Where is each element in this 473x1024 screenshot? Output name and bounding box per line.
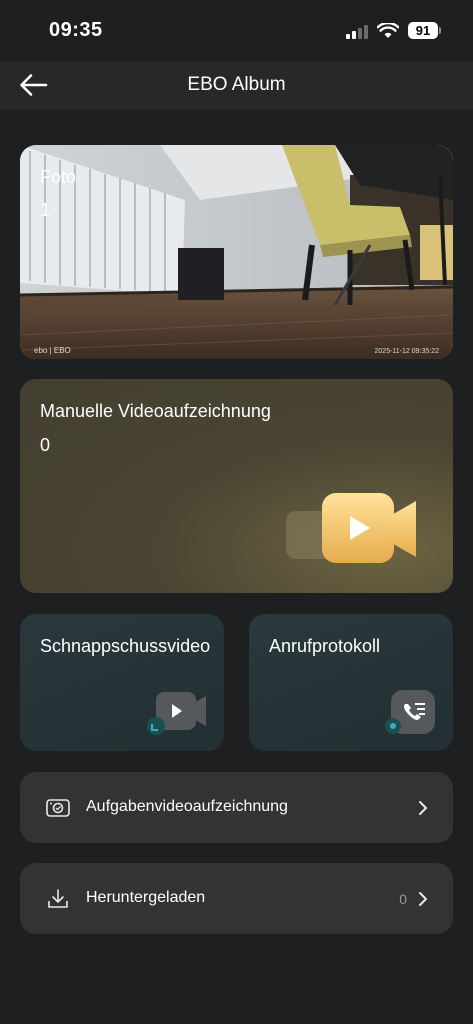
downloaded-label: Heruntergeladen	[86, 889, 206, 906]
photo-card[interactable]: Foto 1 ebo | EBO 2025-11-12 09:35:22	[20, 145, 453, 359]
download-icon	[48, 889, 68, 908]
call-log-card[interactable]: Anrufprotokoll	[249, 614, 453, 751]
snapshot-video-label: Schnappschussvideo	[40, 636, 211, 656]
status-bar: 09:35 91	[0, 0, 473, 62]
camera-task-icon	[46, 799, 70, 817]
signal-icon	[346, 25, 370, 39]
battery-tip	[439, 27, 441, 34]
snapshot-video-card[interactable]: Schnappschussvideo	[20, 614, 224, 751]
photo-label: Foto	[40, 167, 77, 187]
photo-watermark-timestamp: 2025-11-12 09:35:22	[374, 348, 439, 355]
photo-watermark-brand: ebo | EBO	[34, 346, 71, 355]
album-screen: 09:35 91 EBO Album Foto 1 ebo | EBO 2025…	[0, 0, 473, 1024]
downloaded-row[interactable]: Heruntergeladen 0	[20, 863, 453, 934]
photo-thumbnail	[20, 145, 453, 359]
manual-video-label: Manuelle Videoaufzeichnung	[40, 401, 271, 421]
nav-bar: EBO Album	[0, 62, 473, 110]
video-camera-icon	[147, 692, 206, 735]
manual-video-card[interactable]: Manuelle Videoaufzeichnung 0	[20, 379, 453, 593]
task-video-row[interactable]: Aufgabenvideoaufzeichnung	[20, 772, 453, 843]
status-time: 09:35	[49, 19, 103, 41]
manual-video-count: 0	[40, 435, 51, 455]
battery-indicator: 91	[408, 22, 438, 39]
video-camera-icon	[286, 493, 416, 563]
chevron-right-icon	[419, 892, 427, 906]
wifi-icon	[377, 23, 399, 38]
phone-list-icon	[385, 690, 435, 734]
chevron-right-icon	[419, 801, 427, 815]
task-video-label: Aufgabenvideoaufzeichnung	[86, 798, 288, 815]
downloaded-count: 0	[399, 891, 407, 907]
page-title: EBO Album	[187, 74, 286, 95]
call-log-label: Anrufprotokoll	[269, 636, 381, 656]
photo-count: 1	[40, 200, 51, 220]
